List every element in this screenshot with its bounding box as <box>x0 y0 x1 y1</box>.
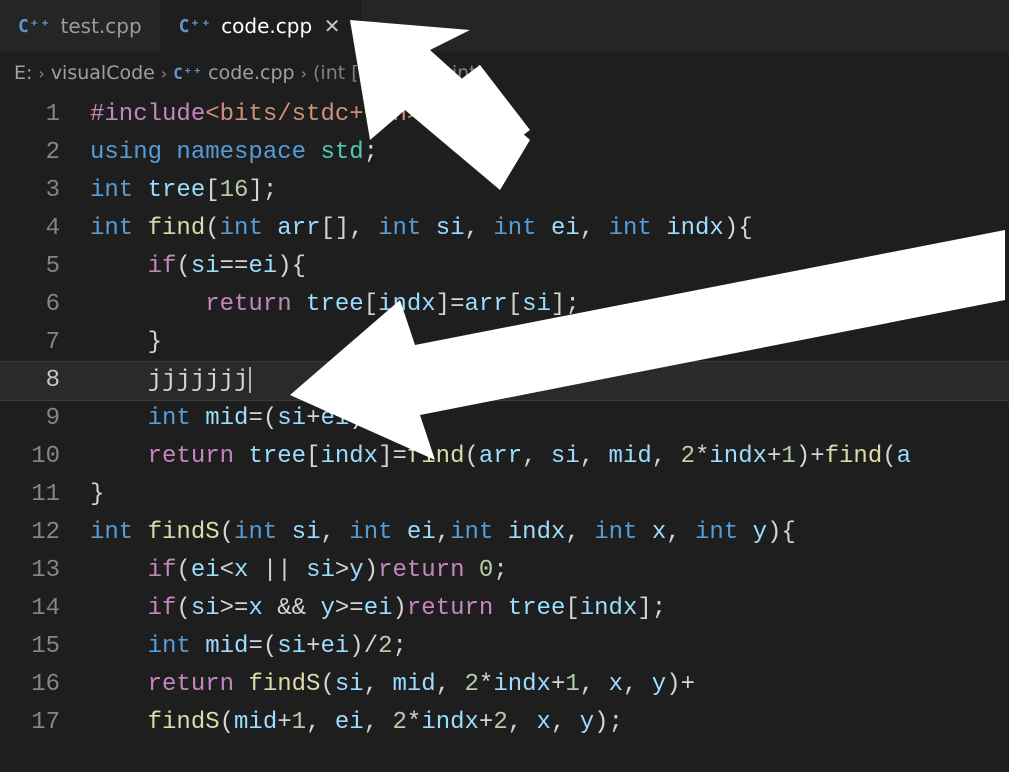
breadcrumb-seg[interactable]: code.cpp <box>208 62 294 84</box>
text-cursor <box>249 367 251 393</box>
tab-label: code.cpp <box>221 14 312 38</box>
line-number: 13 <box>0 552 90 590</box>
breadcrumb-seg[interactable]: E: <box>14 62 32 84</box>
chevron-right-icon: › <box>301 64 307 83</box>
code-line[interactable]: 6 return tree[indx]=arr[si]; <box>0 286 1009 324</box>
line-number: 4 <box>0 210 90 248</box>
code-line[interactable]: 9 int mid=(si+ei)/2; <box>0 400 1009 438</box>
line-number: 7 <box>0 324 90 362</box>
code-line[interactable]: 3 int tree[16]; <box>0 172 1009 210</box>
chevron-right-icon: › <box>38 64 44 83</box>
tab-test-cpp[interactable]: C⁺⁺ test.cpp <box>0 0 161 52</box>
line-number: 6 <box>0 286 90 324</box>
line-number: 14 <box>0 590 90 628</box>
line-number: 9 <box>0 400 90 438</box>
code-line[interactable]: 4 int find(int arr[], int si, int ei, in… <box>0 210 1009 248</box>
cpp-icon: C⁺⁺ <box>18 16 51 37</box>
code-line[interactable]: 12 int findS(int si, int ei,int indx, in… <box>0 514 1009 552</box>
line-number: 2 <box>0 134 90 172</box>
code-line[interactable]: 2 using namespace std; <box>0 134 1009 172</box>
tabs-bar: C⁺⁺ test.cpp C⁺⁺ code.cpp ✕ <box>0 0 1009 52</box>
code-line[interactable]: 11 } <box>0 476 1009 514</box>
breadcrumb-seg[interactable]: visualCode <box>51 62 155 84</box>
code-line[interactable]: 7 } <box>0 324 1009 362</box>
line-number: 1 <box>0 96 90 134</box>
line-number: 17 <box>0 704 90 742</box>
code-line[interactable]: 15 int mid=(si+ei)/2; <box>0 628 1009 666</box>
cpp-icon: C⁺⁺ <box>179 16 212 37</box>
line-number: 16 <box>0 666 90 704</box>
code-line[interactable]: 17 findS(mid+1, ei, 2*indx+2, x, y); <box>0 704 1009 742</box>
tab-code-cpp[interactable]: C⁺⁺ code.cpp ✕ <box>161 0 362 52</box>
line-number: 8 <box>0 362 90 400</box>
line-number: 15 <box>0 628 90 666</box>
line-number: 11 <box>0 476 90 514</box>
breadcrumb: E: › visualCode › C⁺⁺ code.cpp › (int []… <box>0 52 1009 90</box>
line-number: 5 <box>0 248 90 286</box>
close-icon[interactable]: ✕ <box>322 14 342 38</box>
code-line[interactable]: 5 if(si==ei){ <box>0 248 1009 286</box>
line-number: 10 <box>0 438 90 476</box>
code-line[interactable]: 1 #include<bits/stdc++.h> <box>0 96 1009 134</box>
line-number: 12 <box>0 514 90 552</box>
code-line[interactable]: 10 return tree[indx]=find(arr, si, mid, … <box>0 438 1009 476</box>
code-line[interactable]: 16 return findS(si, mid, 2*indx+1, x, y)… <box>0 666 1009 704</box>
line-number: 3 <box>0 172 90 210</box>
breadcrumb-symbol-signature[interactable]: (int [], int, int, int) <box>313 62 484 84</box>
code-line[interactable]: 13 if(ei<x || si>y)return 0; <box>0 552 1009 590</box>
cpp-icon: C⁺⁺ <box>173 64 202 83</box>
chevron-right-icon: › <box>161 64 167 83</box>
code-line[interactable]: 14 if(si>=x && y>=ei)return tree[indx]; <box>0 590 1009 628</box>
code-line-current[interactable]: 8 jjjjjjj <box>0 362 1009 400</box>
code-editor[interactable]: 1 #include<bits/stdc++.h> 2 using namesp… <box>0 90 1009 742</box>
tab-label: test.cpp <box>61 14 142 38</box>
